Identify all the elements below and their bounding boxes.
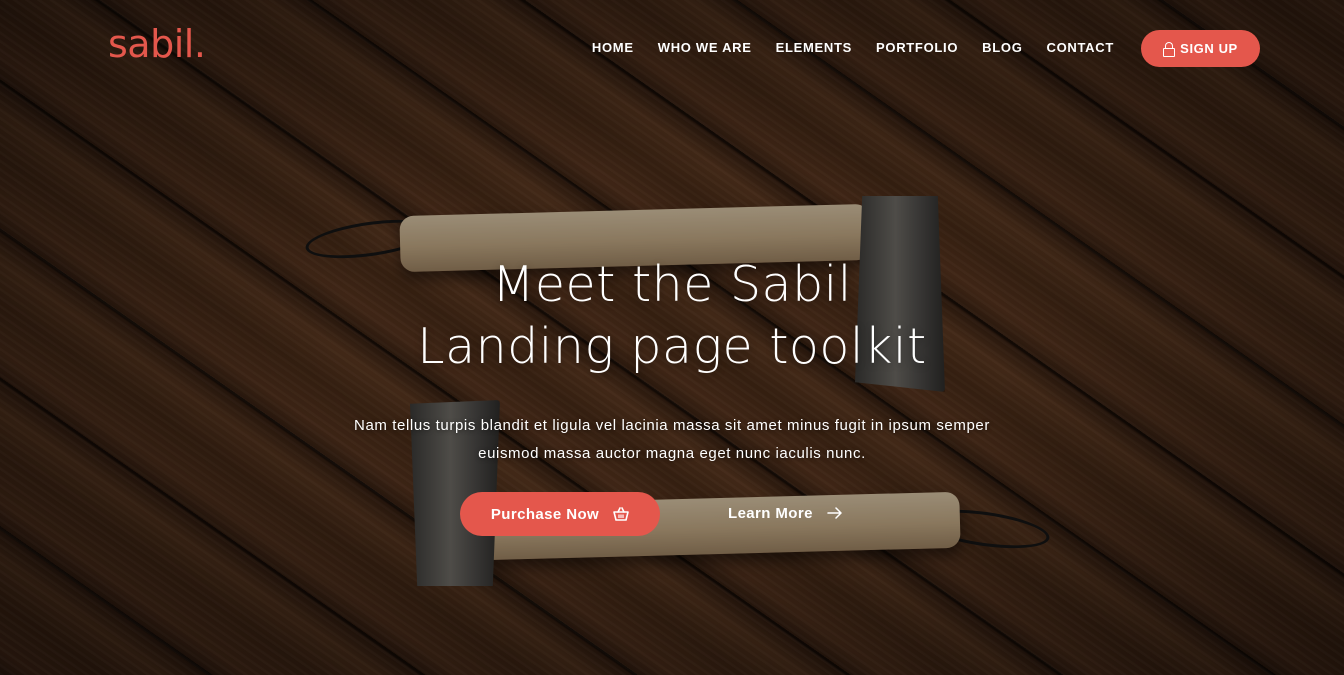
nav-item-contact[interactable]: CONTACT: [1047, 40, 1114, 55]
nav-item-portfolio[interactable]: PORTFOLIO: [876, 40, 958, 55]
learn-more-label: Learn More: [728, 504, 813, 522]
hero-subtitle-line-2: euismod massa auctor magna eget nunc iac…: [478, 445, 866, 462]
nav-item-home[interactable]: HOME: [592, 40, 634, 55]
hero-title-line-2: Landing page toolkit: [417, 318, 927, 375]
sign-up-button[interactable]: SIGN UP: [1141, 30, 1260, 67]
hero-subtitle-line-1: Nam tellus turpis blandit et ligula vel …: [354, 417, 990, 434]
hero-section: sabil. HOME WHO WE ARE ELEMENTS PORTFOLI…: [0, 0, 1344, 675]
purchase-now-button[interactable]: Purchase Now: [460, 492, 660, 536]
learn-more-button[interactable]: Learn More: [728, 500, 843, 526]
hero-title: Meet the Sabil Landing page toolkit: [0, 254, 1344, 378]
basket-icon: [613, 507, 629, 521]
site-logo[interactable]: sabil.: [108, 22, 206, 66]
lock-icon: [1163, 41, 1176, 57]
arrow-right-icon: [827, 507, 842, 519]
nav-item-who-we-are[interactable]: WHO WE ARE: [658, 40, 752, 55]
nav-item-elements[interactable]: ELEMENTS: [776, 40, 852, 55]
nav-item-blog[interactable]: BLOG: [982, 40, 1022, 55]
sign-up-label: SIGN UP: [1180, 41, 1238, 56]
hero-subtitle: Nam tellus turpis blandit et ligula vel …: [322, 412, 1022, 468]
hero-title-line-1: Meet the Sabil: [492, 256, 852, 313]
purchase-now-label: Purchase Now: [490, 505, 600, 523]
main-nav: HOME WHO WE ARE ELEMENTS PORTFOLIO BLOG …: [592, 40, 1114, 55]
